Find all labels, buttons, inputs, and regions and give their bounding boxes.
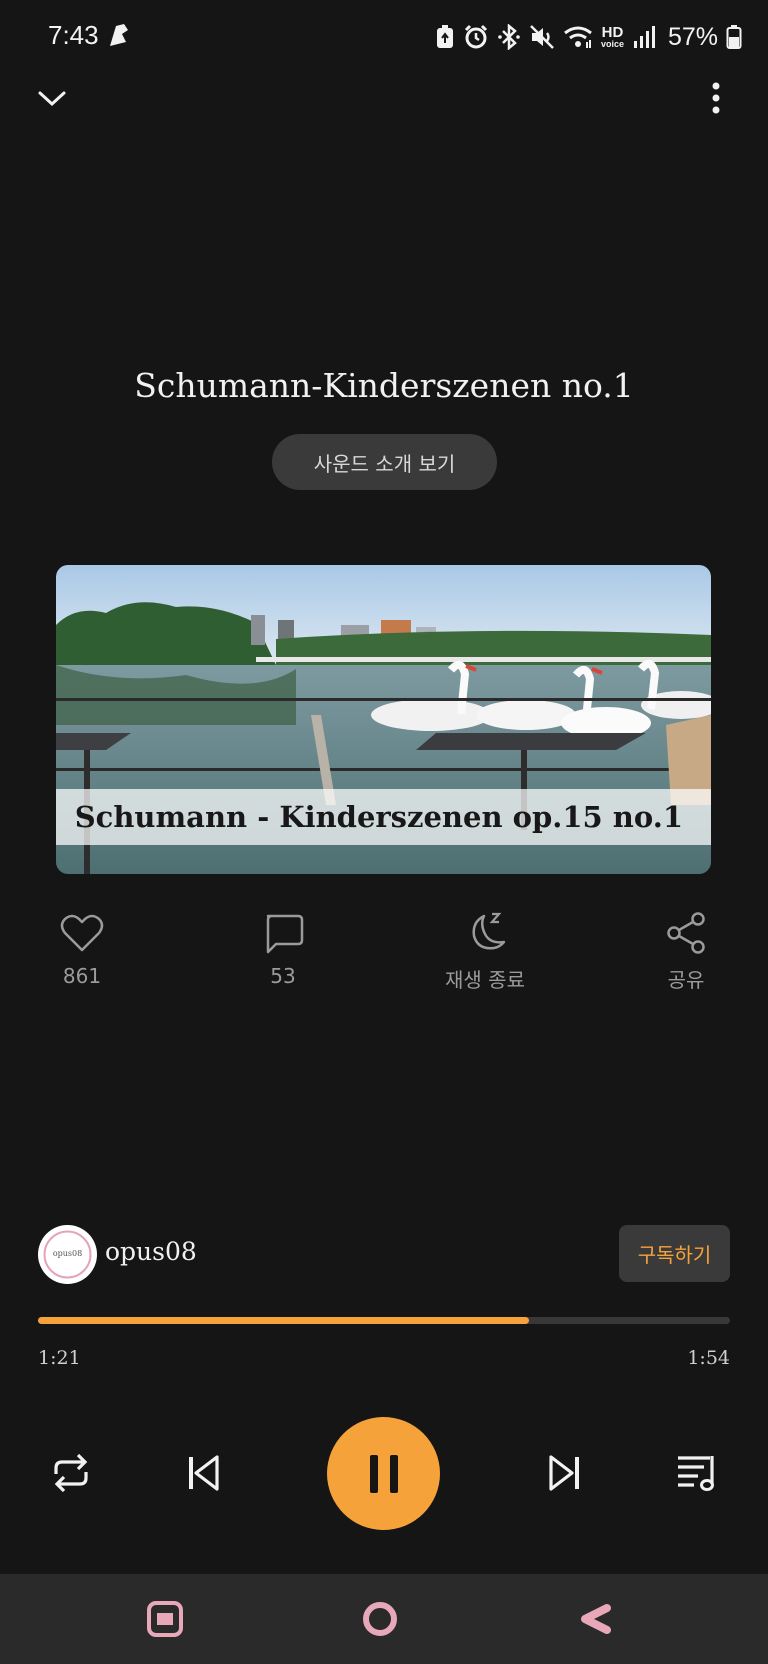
status-time: 7:43 — [48, 20, 99, 50]
voice-label: voice — [600, 39, 624, 49]
like-button[interactable]: 861 — [12, 910, 152, 988]
repeat-icon — [54, 1453, 88, 1493]
track-title: Schumann-Kinderszenen no.1 — [134, 366, 634, 405]
chevron-down-icon — [38, 91, 66, 107]
comment-icon — [266, 914, 304, 954]
status-bar: 7:43 HD voice 57% — [0, 0, 768, 74]
sleep-timer-button[interactable]: 재생 종료 — [415, 910, 555, 993]
share-label: 공유 — [667, 968, 705, 992]
playlist-button[interactable] — [672, 1448, 722, 1498]
home-icon — [363, 1602, 397, 1636]
share-icon — [667, 912, 705, 954]
repeat-button[interactable] — [46, 1448, 96, 1498]
signal-icon — [632, 24, 656, 50]
system-navigation-bar — [0, 1574, 768, 1664]
artwork-caption: Schumann - Kinderszenen op.15 no.1 — [74, 800, 683, 834]
battery-saver-icon — [435, 24, 455, 50]
comment-button[interactable]: 53 — [213, 910, 353, 988]
heart-icon — [60, 914, 104, 952]
hd-voice-icon: HD voice — [601, 25, 624, 49]
pause-icon — [369, 1454, 398, 1493]
home-button[interactable] — [357, 1596, 403, 1642]
comment-count: 53 — [270, 964, 296, 988]
sound-intro-button[interactable]: 사운드 소개 보기 — [272, 434, 497, 490]
sleep-timer-label: 재생 종료 — [445, 968, 525, 992]
total-time: 1:54 — [687, 1347, 730, 1369]
channel-name[interactable]: opus08 — [105, 1237, 197, 1266]
recents-button[interactable] — [142, 1596, 188, 1642]
next-button[interactable] — [540, 1448, 590, 1498]
avatar-text: opus08 — [53, 1249, 82, 1258]
hd-label: HD — [601, 24, 624, 41]
elapsed-time: 1:21 — [38, 1347, 81, 1369]
previous-button[interactable] — [178, 1448, 228, 1498]
channel-avatar[interactable]: opus08 — [38, 1225, 97, 1284]
more-options-button[interactable] — [700, 80, 732, 116]
play-pause-button[interactable] — [327, 1417, 440, 1530]
progress-bar[interactable] — [38, 1317, 730, 1324]
moon-icon — [472, 912, 506, 950]
recents-icon — [147, 1601, 183, 1637]
share-button[interactable]: 공유 — [616, 910, 756, 993]
battery-percent: 57% — [667, 22, 718, 51]
progress-fill — [38, 1317, 530, 1324]
album-artwork: Schumann - Kinderszenen op.15 no.1 — [56, 565, 711, 874]
subscribe-button[interactable]: 구독하기 — [619, 1225, 730, 1282]
wifi-icon — [563, 24, 593, 50]
mute-icon — [529, 24, 555, 50]
playlist-icon — [678, 1456, 714, 1491]
more-vertical-icon — [712, 82, 720, 114]
back-icon — [581, 1604, 611, 1634]
collapse-player-button[interactable] — [34, 80, 70, 116]
like-count: 861 — [62, 964, 102, 988]
battery-icon — [726, 24, 742, 50]
alarm-icon — [463, 24, 489, 50]
action-row: 861 53 재생 종료 공유 — [0, 910, 768, 1010]
skip-previous-icon — [189, 1455, 219, 1491]
bluetooth-icon — [497, 24, 521, 50]
back-button[interactable] — [573, 1596, 619, 1642]
notification-app-icon — [104, 20, 134, 50]
skip-next-icon — [549, 1455, 579, 1491]
status-icons: HD voice 57% — [435, 20, 742, 54]
